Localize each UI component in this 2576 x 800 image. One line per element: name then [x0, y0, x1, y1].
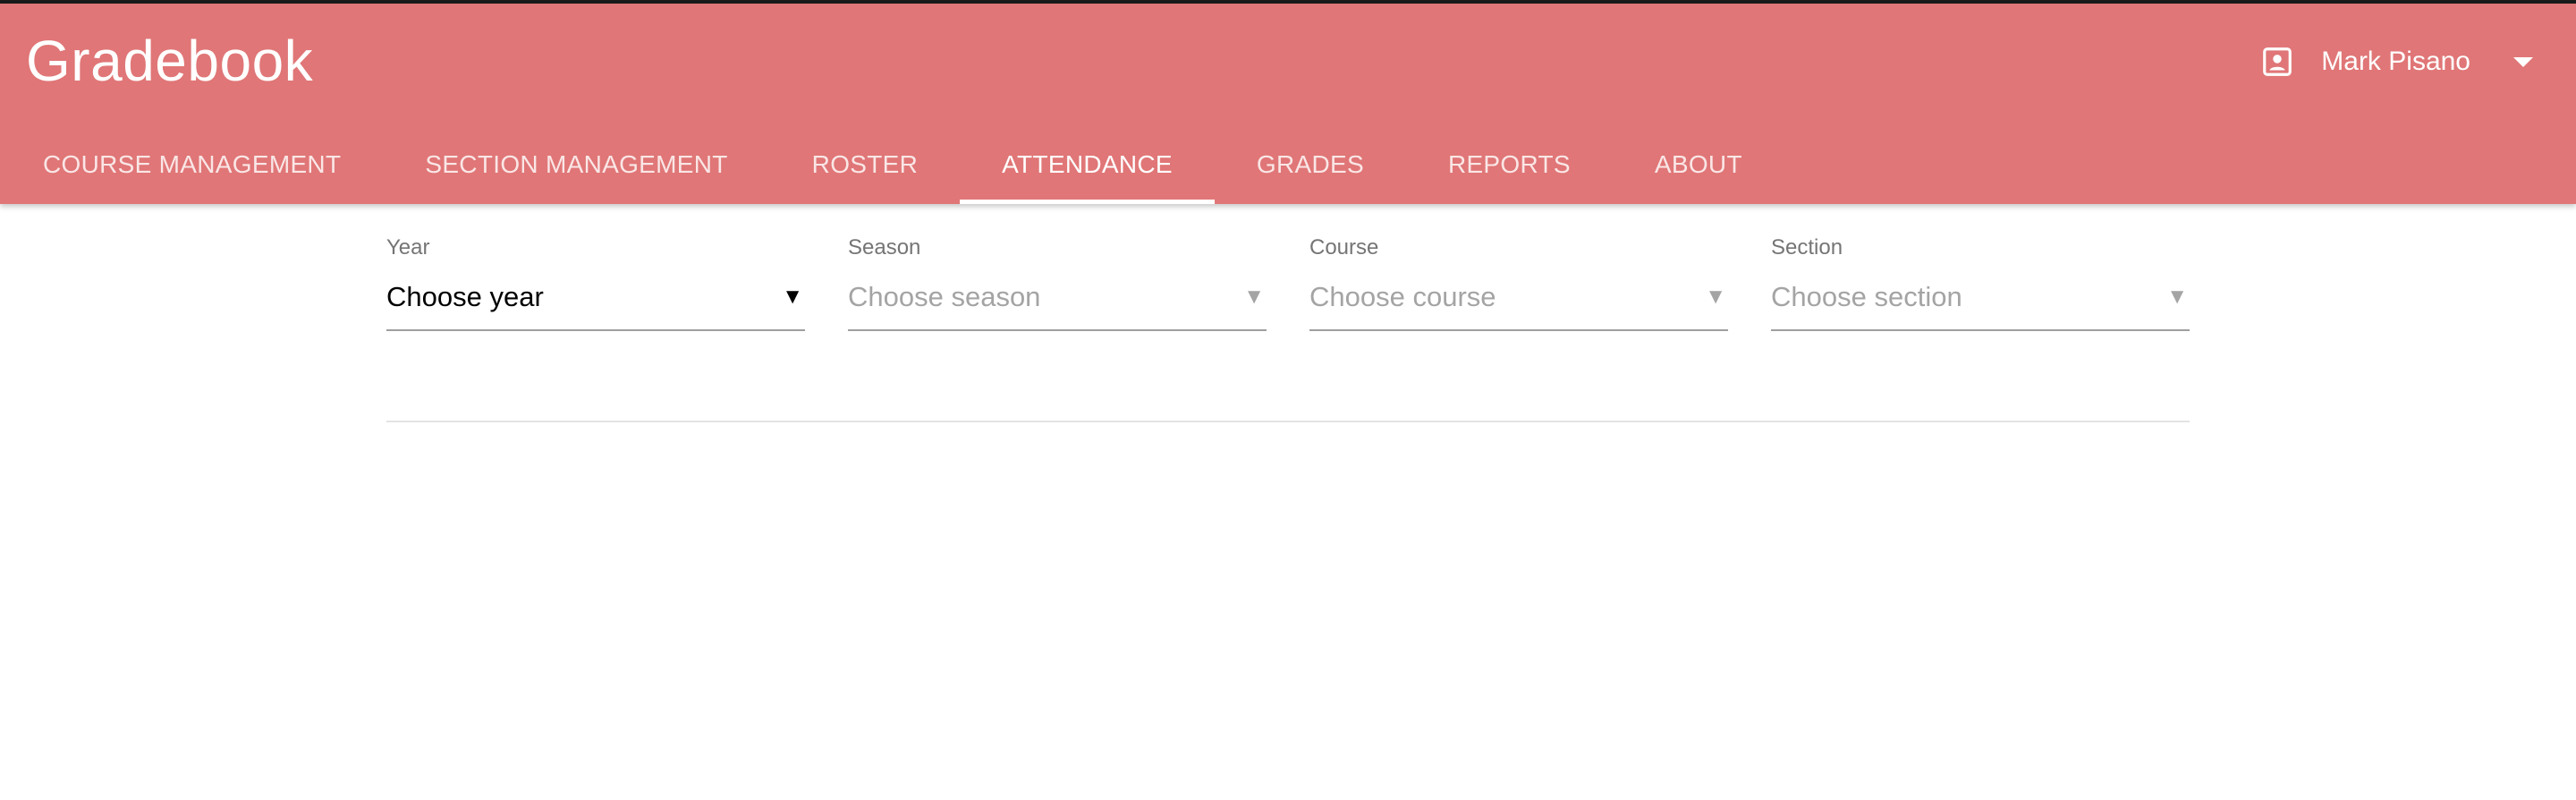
course-label: Course	[1309, 235, 1379, 260]
tab-grades[interactable]: GRADES	[1215, 127, 1406, 204]
year-label: Year	[386, 235, 430, 260]
tab-about[interactable]: ABOUT	[1613, 127, 1784, 204]
season-select[interactable]: Choose season ▼	[848, 274, 1267, 331]
dropdown-arrow-icon: ▼	[1705, 285, 1726, 309]
tab-section-management[interactable]: SECTION MANAGEMENT	[383, 127, 769, 204]
year-field: Year Choose year ▼	[386, 234, 805, 331]
section-label: Section	[1771, 235, 1843, 260]
course-field: Course Choose course ▼	[1309, 234, 1728, 331]
course-select[interactable]: Choose course ▼	[1309, 274, 1728, 331]
attendance-filters: Year Choose year ▼ Season Choose season …	[386, 234, 2190, 331]
app-title: Gradebook	[26, 29, 314, 93]
dropdown-arrow-icon: ▼	[1243, 285, 1265, 309]
section-field: Section Choose section ▼	[1771, 234, 2190, 331]
user-name: Mark Pisano	[2321, 47, 2470, 76]
section-select-value: Choose section	[1771, 281, 1962, 312]
dropdown-arrow-icon: ▼	[782, 285, 803, 309]
year-select[interactable]: Choose year ▼	[386, 274, 805, 331]
tab-attendance[interactable]: ATTENDANCE	[960, 127, 1215, 204]
content-divider	[386, 421, 2190, 422]
course-select-value: Choose course	[1309, 281, 1496, 312]
dropdown-arrow-icon: ▼	[2166, 285, 2188, 309]
season-label: Season	[848, 235, 921, 260]
tab-reports[interactable]: REPORTS	[1406, 127, 1613, 204]
tab-course-management[interactable]: COURSE MANAGEMENT	[0, 127, 383, 204]
season-select-value: Choose season	[848, 281, 1041, 312]
main-tabs: COURSE MANAGEMENT SECTION MANAGEMENT ROS…	[0, 127, 1784, 204]
chevron-down-icon[interactable]	[2513, 56, 2533, 67]
section-select[interactable]: Choose section ▼	[1771, 274, 2190, 331]
user-menu[interactable]: Mark Pisano	[2260, 39, 2533, 84]
season-field: Season Choose season ▼	[848, 234, 1267, 331]
tab-roster[interactable]: ROSTER	[770, 127, 960, 204]
year-select-value: Choose year	[386, 281, 544, 312]
account-box-icon	[2263, 47, 2292, 76]
app-bar: Gradebook Mark Pisano COURSE MANAGEMENT …	[0, 4, 2576, 204]
